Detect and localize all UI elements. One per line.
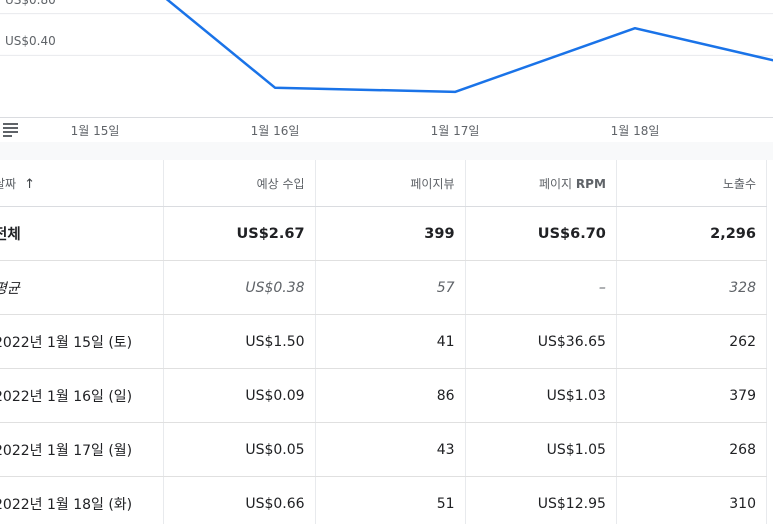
row-earnings: US$0.05 [163, 422, 316, 477]
data-point[interactable] [632, 25, 638, 31]
row-pageviews: 41 [315, 314, 466, 369]
total-row: 전체 US$2.67 399 US$6.70 2,296 [0, 206, 768, 261]
row-impressions: 262 [616, 314, 768, 369]
row-rpm: US$12.95 [465, 476, 617, 524]
row-rpm: US$1.03 [465, 368, 617, 423]
table-row: 2022년 1월 16일 (일) US$0.09 86 US$1.03 379 [0, 368, 768, 423]
average-pageviews: 57 [315, 260, 466, 315]
table-row: 2022년 1월 18일 (화) US$0.66 51 US$12.95 310 [0, 476, 768, 524]
row-rpm: US$36.65 [465, 314, 617, 369]
row-impressions: 268 [616, 422, 768, 477]
rpm-header-label-suffix: RPM [575, 176, 606, 191]
row-date: 2022년 1월 16일 (일) [0, 368, 165, 423]
x-axis-bar: 1월 15일 1월 16일 1월 17일 1월 18일 [0, 117, 773, 143]
rpm-header-label-prefix: 페이지 [538, 176, 573, 191]
total-rpm: US$6.70 [465, 206, 617, 261]
x-tick-label: 1월 15일 [70, 124, 120, 138]
impressions-header-label: 노출수 [722, 176, 756, 191]
row-impressions: 379 [616, 368, 768, 423]
rpm-column-header[interactable]: 페이지 RPM [465, 160, 617, 207]
average-earnings: US$0.38 [163, 260, 316, 315]
earnings-line-chart: US$0.80 US$0.40 [0, 0, 773, 118]
table-row: 2022년 1월 17일 (월) US$0.05 43 US$1.05 268 [0, 422, 768, 477]
table-header-row: 날짜 ↑ 예상 수입 페이지뷰 페이지 RPM 노출수 [0, 160, 768, 207]
total-earnings: US$2.67 [163, 206, 316, 261]
pageviews-column-header[interactable]: 페이지뷰 [315, 160, 466, 207]
arrow-up-icon[interactable]: ↑ [24, 177, 35, 192]
row-date: 2022년 1월 15일 (토) [0, 314, 165, 369]
average-rpm: – [465, 260, 617, 315]
row-earnings: US$1.50 [163, 314, 316, 369]
earnings-header-label: 예상 수입 [256, 176, 305, 191]
total-impressions: 2,296 [616, 206, 768, 261]
earnings-column-header[interactable]: 예상 수입 [163, 160, 316, 207]
row-impressions: 310 [616, 476, 768, 524]
average-row: 평균 US$0.38 57 – 328 [0, 260, 768, 315]
row-pageviews: 86 [315, 368, 466, 423]
chart-plot [0, 0, 773, 95]
average-label: 평균 [0, 260, 165, 315]
report-table: 날짜 ↑ 예상 수입 페이지뷰 페이지 RPM 노출수 전체 [0, 160, 768, 524]
row-earnings: US$0.66 [163, 476, 316, 524]
total-pageviews: 399 [315, 206, 466, 261]
row-earnings: US$0.09 [163, 368, 316, 423]
average-impressions: 328 [616, 260, 768, 315]
impressions-column-header[interactable]: 노출수 [616, 160, 768, 207]
x-tick-label: 1월 17일 [430, 124, 480, 138]
total-label: 전체 [0, 206, 165, 261]
row-date: 2022년 1월 17일 (월) [0, 422, 165, 477]
y-tick-label: US$0.80 [5, 0, 56, 7]
pageviews-header-label: 페이지뷰 [410, 176, 455, 191]
row-pageviews: 43 [315, 422, 466, 477]
menu-lines-icon[interactable] [3, 123, 18, 137]
row-date: 2022년 1월 18일 (화) [0, 476, 165, 524]
y-tick-label: US$0.40 [5, 34, 56, 49]
x-tick-label: 1월 16일 [250, 124, 300, 138]
data-point[interactable] [452, 89, 458, 95]
date-column-header[interactable]: 날짜 ↑ [0, 160, 165, 207]
table-row: 2022년 1월 15일 (토) US$1.50 41 US$36.65 262 [0, 314, 768, 369]
row-rpm: US$1.05 [465, 422, 617, 477]
row-pageviews: 51 [315, 476, 466, 524]
data-point[interactable] [272, 85, 278, 91]
date-header-label: 날짜 [0, 176, 17, 191]
chart-table-divider [0, 142, 773, 160]
x-tick-label: 1월 18일 [610, 124, 660, 138]
earnings-report: US$0.80US$0.40 1월 15일1월 16일1월 17일1월 18일 … [0, 0, 773, 524]
